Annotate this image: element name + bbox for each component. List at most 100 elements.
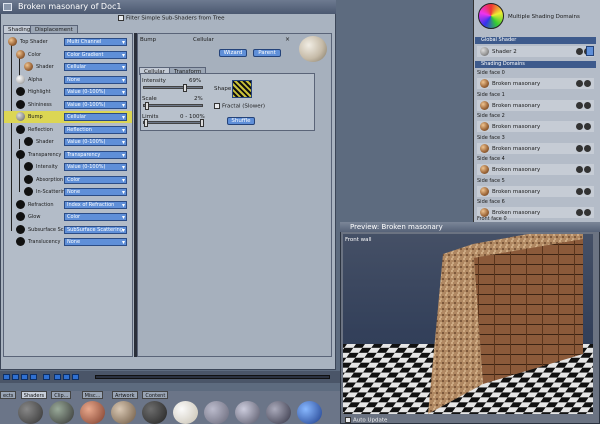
face-shader-row[interactable]: Broken masonary bbox=[477, 185, 594, 197]
shader-type-select[interactable]: None bbox=[64, 188, 127, 196]
play-icon[interactable] bbox=[12, 374, 19, 380]
library-thumb[interactable] bbox=[49, 401, 74, 424]
library-tab[interactable]: Misc... bbox=[81, 391, 104, 399]
shader-actions[interactable] bbox=[575, 209, 591, 216]
auto-update-checkbox[interactable]: Auto Update bbox=[345, 417, 387, 424]
tree-row[interactable]: Refraction Index of Refraction bbox=[4, 199, 132, 211]
shader-type-select[interactable]: Color Gradient bbox=[64, 50, 127, 59]
loop-icon[interactable] bbox=[43, 374, 50, 380]
shuffle-button[interactable]: Shuffle bbox=[227, 117, 255, 125]
global-shader-row[interactable]: Shader 2 bbox=[477, 46, 594, 57]
forward-icon[interactable] bbox=[21, 374, 28, 380]
limits-max-knob[interactable] bbox=[200, 119, 204, 127]
tree-row[interactable]: Top Shader Multi Channel bbox=[4, 36, 132, 48]
tree-row[interactable]: Alpha None bbox=[4, 74, 132, 86]
face-shader-row[interactable]: Broken masonary bbox=[477, 121, 594, 132]
limits-min-knob[interactable] bbox=[144, 119, 148, 127]
library-tab[interactable]: Artwork bbox=[112, 391, 138, 399]
shader-type-select[interactable]: Multi Channel bbox=[64, 38, 127, 46]
filter-subshaders-checkbox[interactable]: Filter Simple Sub-Shaders from Tree bbox=[118, 15, 224, 22]
shader-type-select[interactable]: Value (0-100%) bbox=[64, 100, 127, 109]
library-tab[interactable]: Content bbox=[142, 391, 169, 399]
wizard-button[interactable]: Wizard bbox=[219, 49, 247, 57]
shape-swatch[interactable] bbox=[232, 80, 252, 98]
tree-row[interactable]: Highlight Value (0-100%) bbox=[4, 86, 132, 98]
fractal-checkbox[interactable]: Fractal (Slower) bbox=[214, 103, 265, 110]
tree-row[interactable]: Shininess Value (0-100%) bbox=[4, 99, 132, 111]
limits-slider[interactable] bbox=[143, 119, 204, 127]
checkbox-icon[interactable] bbox=[214, 103, 220, 109]
shader-type-select[interactable]: Value (0-100%) bbox=[64, 88, 127, 96]
library-thumb[interactable] bbox=[235, 401, 260, 424]
step-forward-icon[interactable] bbox=[63, 374, 70, 380]
tree-row[interactable]: Subsurface Sc SubSurface Scattering bbox=[4, 224, 132, 236]
library-thumb[interactable] bbox=[297, 401, 322, 424]
library-thumb[interactable] bbox=[18, 401, 43, 424]
tree-row[interactable]: Color Color Gradient bbox=[4, 49, 132, 61]
window-close-icon[interactable] bbox=[3, 3, 12, 11]
shader-type-select[interactable]: SubSurface Scattering bbox=[64, 225, 127, 234]
face-shader-row[interactable]: Broken masonary bbox=[477, 99, 594, 111]
shading-domains-header[interactable]: Shading Domains bbox=[475, 61, 596, 68]
library-thumb[interactable] bbox=[266, 401, 291, 424]
intensity-slider[interactable] bbox=[143, 84, 203, 92]
shader-type-select[interactable]: Cellular bbox=[64, 113, 127, 121]
library-tab[interactable]: Clip... bbox=[51, 391, 72, 399]
scale-slider-knob[interactable] bbox=[145, 102, 150, 110]
parent-button[interactable]: Parent bbox=[253, 49, 281, 57]
step-back-icon[interactable] bbox=[54, 374, 61, 380]
face-shader-row[interactable]: Broken masonary bbox=[477, 78, 594, 89]
scroll-button[interactable] bbox=[586, 46, 594, 56]
global-shader-header[interactable]: Global Shader bbox=[475, 37, 596, 44]
checkbox-icon[interactable] bbox=[118, 15, 124, 21]
shader-type-select[interactable]: None bbox=[64, 75, 127, 84]
checkbox-icon[interactable] bbox=[345, 417, 351, 423]
shader-actions[interactable] bbox=[575, 166, 591, 173]
tree-row[interactable]: Absorption Color bbox=[4, 174, 132, 186]
library-thumb[interactable] bbox=[204, 401, 229, 424]
tree-row[interactable]: In-Scattering None bbox=[4, 186, 132, 198]
tree-row[interactable]: Shader Cellular bbox=[4, 61, 132, 73]
shader-actions[interactable] bbox=[575, 123, 591, 130]
preview-render[interactable] bbox=[343, 234, 593, 414]
shader-actions[interactable] bbox=[575, 101, 591, 109]
shader-type-select[interactable]: None bbox=[64, 238, 127, 246]
scale-slider[interactable] bbox=[143, 102, 203, 110]
tab-displacement[interactable]: Displacement bbox=[30, 25, 78, 33]
tree-row[interactable]: Reflection Reflection bbox=[4, 124, 132, 136]
library-thumb[interactable] bbox=[80, 401, 105, 424]
face-shader-row[interactable]: Broken masonary bbox=[477, 142, 594, 154]
intensity-slider-knob[interactable] bbox=[182, 84, 187, 92]
library-tab[interactable]: Shaders bbox=[20, 391, 48, 399]
tree-row[interactable]: Bump Cellular bbox=[4, 111, 132, 123]
tree-row[interactable]: Intensity Value (0-100%) bbox=[4, 161, 132, 173]
shader-type-select[interactable]: Value (0-100%) bbox=[64, 163, 127, 171]
shader-type-select[interactable]: Color bbox=[64, 213, 127, 221]
timeline-slider[interactable] bbox=[95, 375, 330, 379]
shader-type-select[interactable]: Cellular bbox=[64, 63, 127, 71]
library-thumb[interactable] bbox=[173, 401, 198, 424]
preview-title[interactable]: Preview: Broken masonary bbox=[340, 222, 600, 232]
record-icon[interactable] bbox=[72, 374, 79, 380]
shader-actions[interactable] bbox=[575, 80, 591, 87]
tree-row[interactable]: Translucency None bbox=[4, 236, 132, 248]
shader-type-select[interactable]: Color bbox=[64, 175, 127, 184]
tree-row[interactable]: Shader Value (0-100%) bbox=[4, 136, 132, 148]
tree-row[interactable]: Transparency Transparency bbox=[4, 149, 132, 161]
library-tab[interactable]: ects bbox=[0, 391, 17, 399]
shader-type-select[interactable]: Value (0-100%) bbox=[64, 138, 127, 146]
shader-type-select[interactable]: Index of Refraction bbox=[64, 200, 127, 209]
shader-actions[interactable] bbox=[575, 187, 591, 195]
close-icon[interactable]: × bbox=[285, 36, 290, 43]
intensity-value: 69% bbox=[189, 78, 202, 84]
end-icon[interactable] bbox=[30, 374, 37, 380]
shader-type-select[interactable]: Transparency bbox=[64, 150, 127, 159]
window-titlebar[interactable]: Broken masonary of Doc1 bbox=[0, 0, 336, 14]
tree-row[interactable]: Glow Color bbox=[4, 211, 132, 223]
shader-actions[interactable] bbox=[575, 144, 591, 152]
face-shader-row[interactable]: Broken masonary bbox=[477, 164, 594, 175]
library-thumb[interactable] bbox=[142, 401, 167, 424]
library-thumb[interactable] bbox=[111, 401, 136, 424]
shader-type-select[interactable]: Reflection bbox=[64, 125, 127, 134]
rewind-icon[interactable] bbox=[3, 374, 10, 380]
